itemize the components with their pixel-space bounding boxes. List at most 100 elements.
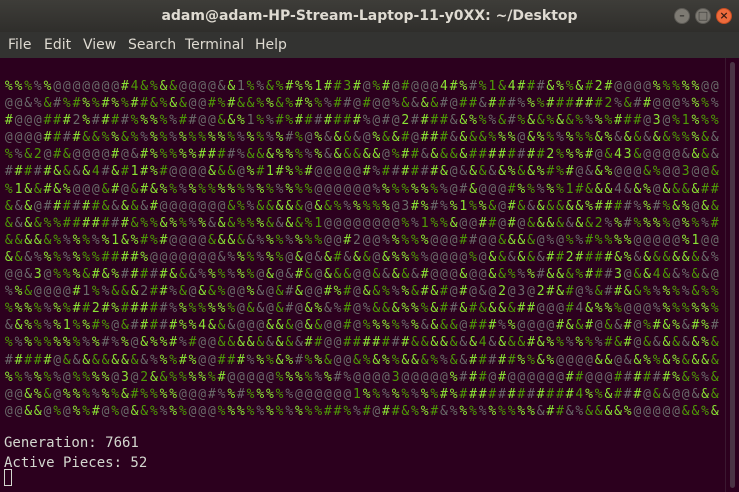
grid-cell: %	[314, 96, 323, 112]
scrollbar[interactable]	[725, 58, 739, 492]
grid-cell: %	[256, 113, 265, 129]
grid-cell: %	[149, 215, 158, 231]
grid-cell: %	[207, 130, 216, 146]
grid-cell: #	[585, 147, 593, 163]
grid-cell: @	[440, 369, 448, 385]
grid-cell: &	[536, 335, 545, 351]
grid-cell: 1	[314, 215, 323, 231]
grid-cell: #	[101, 215, 110, 231]
grid-cell: @	[178, 232, 187, 248]
grid-cell: %	[188, 369, 197, 385]
grid-cell: &	[556, 113, 564, 129]
menu-file[interactable]: File	[8, 37, 31, 53]
grid-cell: @	[710, 232, 719, 248]
menu-search[interactable]: Search	[128, 37, 176, 53]
grid-cell: %	[178, 403, 187, 419]
grid-cell: #	[440, 130, 448, 146]
grid-cell: @	[265, 284, 274, 300]
grid-cell: &	[275, 352, 284, 368]
grid-cell: %	[507, 164, 516, 180]
grid-cell: %	[198, 130, 207, 146]
grid-cell: #	[565, 301, 574, 317]
grid-cell: &	[623, 96, 632, 112]
grid-cell: @	[82, 181, 91, 197]
grid-cell: @	[623, 164, 632, 180]
grid-cell: %	[469, 198, 477, 214]
grid-cell: &	[33, 232, 42, 248]
grid-cell: %	[652, 164, 661, 180]
grid-cell: %	[643, 352, 651, 368]
grid-cell: &	[594, 284, 603, 300]
grid-cell: @	[527, 369, 535, 385]
grid-cell: @	[478, 232, 487, 248]
grid-cell: @	[594, 318, 603, 334]
grid-cell: #	[353, 79, 361, 94]
grid-cell: &	[120, 284, 129, 300]
title-bar[interactable]: adam@adam-HP-Stream-Laptop-11-y0XX: ~/De…	[0, 0, 739, 32]
grid-cell: &	[333, 267, 342, 283]
grid-cell: #	[4, 164, 13, 180]
grid-cell: #	[710, 215, 719, 231]
grid-cell: &	[585, 301, 593, 317]
grid-cell: @	[14, 267, 23, 283]
scrollbar-thumb[interactable]	[730, 62, 735, 488]
grid-cell: %	[536, 181, 545, 197]
minimize-button[interactable]: –	[674, 8, 690, 24]
grid-cell: &	[227, 113, 236, 129]
grid-cell: &	[169, 267, 178, 283]
grid-cell: %	[62, 386, 71, 402]
grid-cell: %	[314, 352, 323, 368]
grid-cell: @	[304, 198, 313, 214]
grid-cell: %	[198, 301, 207, 317]
maximize-button[interactable]: □	[695, 8, 711, 24]
grid-cell: &	[478, 301, 487, 317]
grid-cell: #	[546, 386, 555, 402]
grid-cell: &	[275, 198, 284, 214]
grid-cell: &	[227, 198, 236, 214]
grid-cell: @	[382, 147, 390, 163]
grid-cell: #	[623, 113, 632, 129]
grid-cell: %	[53, 369, 62, 385]
grid-cell: #	[91, 198, 100, 214]
grid-cell: &	[178, 96, 187, 112]
grid-cell: %	[556, 164, 564, 180]
grid-cell: #	[411, 198, 419, 214]
grid-cell: 3	[652, 113, 661, 129]
grid-cell: &	[614, 130, 622, 146]
grid-cell: %	[227, 181, 236, 197]
grid-cell: %	[149, 386, 158, 402]
grid-cell: %	[82, 335, 91, 351]
grid-cell: %	[314, 301, 323, 317]
grid-cell: &	[517, 232, 526, 248]
grid-cell: @	[227, 369, 236, 385]
grid-cell: %	[236, 113, 245, 129]
grid-cell: %	[565, 130, 574, 146]
grid-cell: %	[652, 79, 661, 94]
window-title: adam@adam-HP-Stream-Laptop-11-y0XX: ~/De…	[161, 8, 578, 24]
grid-cell: &	[430, 318, 439, 334]
grid-cell: @	[188, 284, 197, 300]
menu-view[interactable]: View	[83, 37, 116, 53]
grid-cell: @	[575, 164, 584, 180]
grid-cell: @	[633, 301, 642, 317]
grid-cell: &	[662, 181, 671, 197]
grid-cell: &	[459, 130, 468, 146]
grid-cell: &	[24, 267, 33, 283]
grid-cell: &	[324, 249, 332, 265]
terminal-output[interactable]: %%%%% @ @ @ @ @ @ @ #4 &% & & @ @ @ @ & & 1%% &% #%% 1 # #3 # @% #…	[0, 58, 725, 492]
grid-cell: %	[149, 79, 158, 94]
grid-cell: @	[382, 215, 390, 231]
grid-cell: %	[169, 215, 178, 231]
menu-edit[interactable]: Edit	[44, 37, 71, 53]
grid-cell: #	[285, 130, 294, 146]
grid-cell: #	[469, 369, 477, 385]
grid-cell: &	[478, 130, 487, 146]
menu-help[interactable]: Help	[255, 37, 287, 53]
menu-terminal[interactable]: Terminal	[185, 37, 244, 53]
grid-cell: %	[111, 267, 120, 283]
grid-cell: %	[4, 181, 13, 197]
grid-cell: &	[449, 335, 458, 351]
grid-cell: &	[691, 249, 700, 265]
grid-cell: #	[140, 181, 149, 197]
close-button[interactable]: ×	[716, 8, 732, 24]
